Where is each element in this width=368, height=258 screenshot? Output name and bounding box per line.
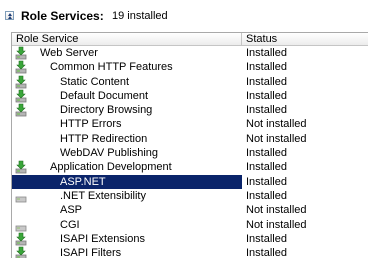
table-row[interactable]: ISAPI Extensions Installed [12, 232, 368, 246]
status-value: Installed [246, 175, 287, 188]
installed-icon [14, 160, 28, 174]
installed-icon [14, 46, 28, 60]
collapse-icon[interactable] [5, 11, 14, 20]
status-value: Not installed [246, 132, 307, 145]
installed-icon [14, 75, 28, 89]
role-service-name: .NET Extensibility [60, 189, 146, 202]
installed-icon [14, 89, 28, 103]
status-value: Installed [246, 147, 287, 160]
table-row[interactable]: Application Development Installed [12, 160, 368, 174]
table-row[interactable]: Common HTTP Features Installed [12, 60, 368, 74]
installed-icon [14, 246, 28, 258]
not-installed-icon [14, 189, 28, 203]
role-service-name: Application Development [50, 161, 172, 174]
status-value: Installed [246, 61, 287, 74]
installed-icon [14, 232, 28, 246]
role-service-name: WebDAV Publishing [60, 147, 159, 160]
status-value: Not installed [246, 118, 307, 131]
role-service-name: ASP [60, 204, 83, 217]
installed-count: 19 installed [112, 10, 168, 22]
status-value: Installed [246, 247, 287, 258]
role-service-name: HTTP Errors [60, 118, 122, 131]
table-row[interactable]: HTTP Errors Not installed [12, 117, 368, 131]
role-services-list[interactable]: Role Service Status Web Server Installed C… [11, 32, 368, 258]
column-header-role-service[interactable]: Role Service [12, 33, 242, 46]
blank-icon [14, 117, 28, 131]
status-value: Installed [246, 189, 287, 202]
table-row[interactable]: Static Content Installed [12, 75, 368, 89]
table-row[interactable]: HTTP Redirection Not installed [12, 132, 368, 146]
status-value: Installed [246, 104, 287, 117]
status-value: Not installed [246, 204, 307, 217]
status-value: Not installed [246, 218, 307, 231]
role-service-name: Default Document [60, 89, 149, 102]
table-row[interactable]: WebDAV Publishing Installed [12, 146, 368, 160]
column-header-status[interactable]: Status [242, 33, 368, 46]
status-value: Installed [246, 89, 287, 102]
not-installed-icon [14, 218, 28, 232]
status-value: Installed [246, 161, 287, 174]
status-value: Installed [246, 232, 287, 245]
table-row[interactable]: .NET Extensibility Installed [12, 189, 368, 203]
table-row[interactable]: Web Server Installed [12, 46, 368, 60]
table-row[interactable]: Default Document Installed [12, 89, 368, 103]
role-service-name: HTTP Redirection [60, 132, 148, 145]
role-service-name: Web Server [40, 47, 98, 59]
section-title: Role Services: [21, 9, 104, 23]
role-service-name: ASP.NET [12, 174, 242, 189]
role-service-name: Directory Browsing [60, 104, 153, 117]
table-row[interactable]: ISAPI Filters Installed [12, 246, 368, 258]
table-row[interactable]: ASP.NET Installed [12, 174, 368, 189]
column-headers: Role Service Status [12, 33, 368, 46]
table-row[interactable]: Directory Browsing Installed [12, 103, 368, 117]
table-row[interactable]: ASP Not installed [12, 203, 368, 217]
installed-icon [14, 103, 28, 117]
role-services-header: Role Services: 19 installed [0, 0, 368, 33]
role-service-name: ISAPI Extensions [60, 232, 145, 245]
table-row[interactable]: CGI Not installed [12, 218, 368, 232]
role-service-name: Common HTTP Features [50, 61, 173, 74]
installed-icon [14, 60, 28, 74]
status-value: Installed [246, 75, 287, 88]
rows-container: Web Server Installed Common HTTP Features I… [12, 46, 368, 258]
status-value: Installed [246, 47, 287, 59]
blank-icon [14, 203, 28, 217]
blank-icon [14, 132, 28, 146]
blank-icon [14, 146, 28, 160]
role-service-name: Static Content [60, 75, 130, 88]
role-service-name: CGI [60, 218, 80, 231]
role-service-name: ISAPI Filters [60, 247, 122, 258]
